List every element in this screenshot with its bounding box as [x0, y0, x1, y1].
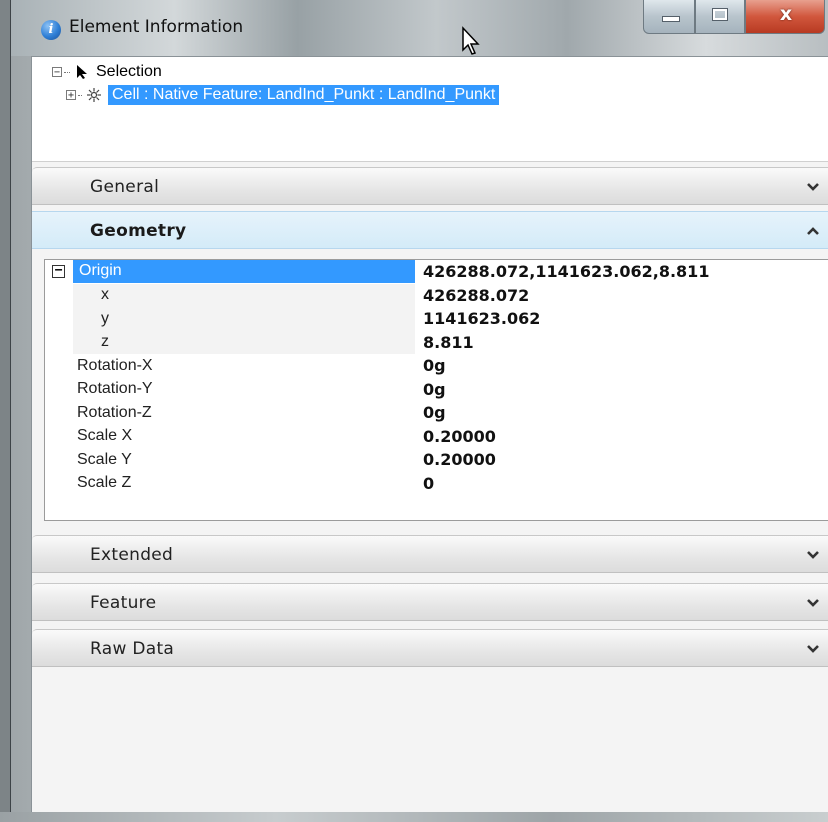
chevron-down-icon	[807, 551, 819, 559]
property-value-rotation-y[interactable]: 0g	[423, 380, 446, 399]
property-value-scale-y[interactable]: 0.20000	[423, 450, 496, 469]
property-name-scale-y: Scale Y	[77, 450, 132, 468]
section-extended-label: Extended	[90, 545, 174, 565]
window-bottom-edge	[0, 812, 828, 822]
maximize-icon	[712, 8, 728, 21]
property-row-x[interactable]: x 426288.072	[45, 283, 828, 307]
tree-node-cell[interactable]: + Cell : Native Feature: LandInd_Punkt :…	[66, 84, 500, 106]
origin-collapse-toggle[interactable]: −	[52, 264, 65, 278]
cell-star-icon	[86, 86, 102, 104]
element-information-window: i Element Information x − Selection + Ce…	[10, 0, 828, 822]
property-row-z[interactable]: z 8.811	[45, 330, 828, 354]
property-name-rotation-x: Rotation-X	[77, 356, 153, 374]
property-name-x: x	[101, 286, 109, 304]
property-row-scale-x[interactable]: Scale X 0.20000	[45, 425, 828, 449]
tree-node-cell-label[interactable]: Cell : Native Feature: LandInd_Punkt : L…	[108, 85, 500, 105]
tree-node-selection-label: Selection	[96, 63, 162, 80]
section-extended[interactable]: Extended	[32, 535, 828, 573]
minimize-button[interactable]	[643, 0, 695, 34]
property-row-y[interactable]: y 1141623.062	[45, 307, 828, 331]
section-raw-data-label: Raw Data	[90, 639, 175, 659]
section-geometry-label: Geometry	[90, 221, 187, 241]
property-name-y: y	[101, 309, 109, 327]
chevron-down-icon	[807, 183, 819, 191]
property-name-z: z	[101, 333, 109, 351]
section-feature-label: Feature	[90, 593, 157, 613]
chevron-down-icon	[807, 645, 819, 653]
tree-collapse-toggle[interactable]: −	[52, 67, 62, 78]
section-feature[interactable]: Feature	[32, 583, 828, 621]
client-area: − Selection + Cell: Native Feature: Lan…	[31, 56, 828, 820]
property-row-rotation-y[interactable]: Rotation-Y 0g	[45, 378, 828, 402]
section-geometry[interactable]: Geometry	[32, 211, 828, 249]
info-icon: i	[41, 20, 61, 40]
close-button[interactable]: x	[745, 0, 825, 34]
property-value-rotation-z[interactable]: 0g	[423, 403, 446, 422]
section-raw-data[interactable]: Raw Data	[32, 629, 828, 667]
geometry-property-grid: − Origin 426288.072,1141623.062,8.811 x …	[44, 259, 828, 521]
property-row-rotation-z[interactable]: Rotation-Z 0g	[45, 401, 828, 425]
section-general[interactable]: General	[32, 167, 828, 205]
property-value-scale-x[interactable]: 0.20000	[423, 427, 496, 446]
property-name-origin: Origin	[79, 262, 122, 279]
empty-panel-area	[32, 667, 828, 819]
property-name-rotation-z: Rotation-Z	[77, 403, 152, 421]
chevron-down-icon	[807, 599, 819, 607]
property-value-scale-z[interactable]: 0	[423, 474, 434, 493]
property-row-rotation-x[interactable]: Rotation-X 0g	[45, 354, 828, 378]
property-value-origin[interactable]: 426288.072,1141623.062,8.811	[423, 262, 709, 281]
title-bar[interactable]: i Element Information x	[11, 0, 828, 56]
property-row-scale-z[interactable]: Scale Z 0	[45, 472, 828, 496]
minimize-icon	[662, 16, 680, 22]
maximize-button[interactable]	[695, 0, 745, 34]
selection-tree[interactable]: − Selection + Cell: Native Feature: Lan…	[32, 57, 828, 162]
section-general-label: General	[90, 177, 160, 197]
tree-node-selection[interactable]: − Selection	[52, 61, 162, 83]
property-name-origin-selected[interactable]: Origin	[73, 260, 415, 283]
mouse-cursor-icon	[462, 26, 480, 55]
property-row-scale-y[interactable]: Scale Y 0.20000	[45, 448, 828, 472]
property-name-rotation-y: Rotation-Y	[77, 380, 153, 398]
property-value-rotation-x[interactable]: 0g	[423, 356, 446, 375]
property-row-origin[interactable]: − Origin 426288.072,1141623.062,8.811	[45, 260, 828, 284]
property-value-x[interactable]: 426288.072	[423, 286, 529, 305]
property-name-scale-z: Scale Z	[77, 474, 132, 492]
property-value-z[interactable]: 8.811	[423, 333, 474, 352]
property-value-y[interactable]: 1141623.062	[423, 309, 540, 328]
chevron-up-icon	[807, 227, 819, 235]
window-controls: x	[643, 0, 825, 40]
arrow-pointer-icon	[74, 63, 90, 81]
tree-expand-toggle[interactable]: +	[66, 90, 76, 101]
property-name-scale-x: Scale X	[77, 427, 133, 445]
window-title: Element Information	[69, 17, 244, 37]
close-icon: x	[779, 3, 793, 25]
